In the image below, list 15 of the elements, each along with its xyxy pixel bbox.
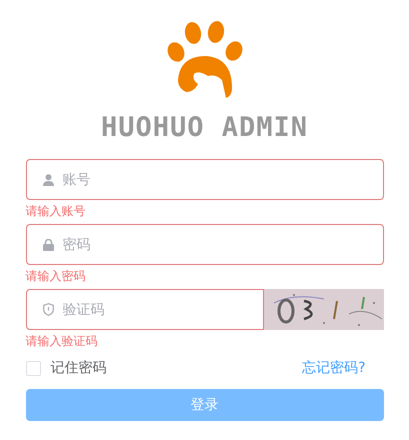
forgot-password-link[interactable]: 忘记密码? xyxy=(302,359,366,377)
shield-icon xyxy=(42,303,54,316)
error-message: 请输入验证码 xyxy=(26,333,98,350)
app-title: HUOHUO ADMIN xyxy=(100,112,308,143)
password-field[interactable]: 密码 xyxy=(26,224,384,265)
paw-logo-icon xyxy=(166,18,244,98)
account-field[interactable]: 账号 xyxy=(26,159,384,200)
error-message: 请输入账号 xyxy=(26,203,86,220)
user-icon xyxy=(42,174,54,186)
lock-icon xyxy=(42,238,54,250)
error-message: 请输入密码 xyxy=(26,268,86,285)
captcha-field[interactable]: 验证码 xyxy=(26,289,264,330)
login-button[interactable]: 登录 xyxy=(26,389,384,421)
remember-label: 记住密码 xyxy=(50,359,106,377)
remember-checkbox[interactable] xyxy=(26,360,40,376)
